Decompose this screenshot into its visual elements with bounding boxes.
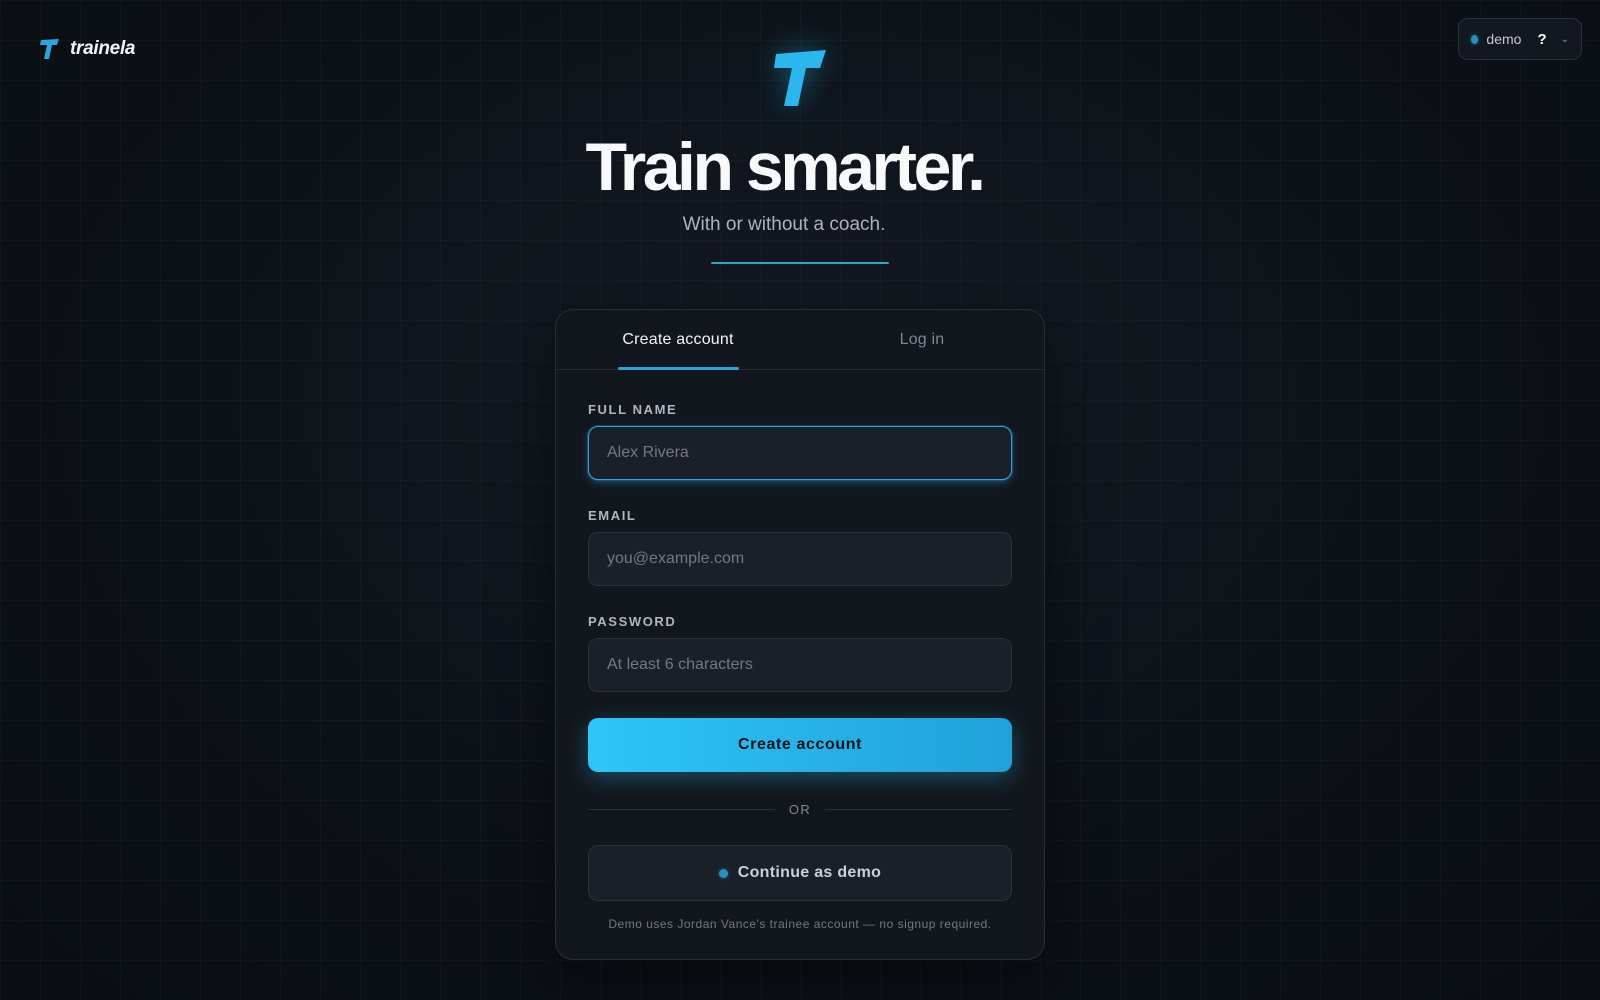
status-dot-icon [718,868,728,878]
brand-name: trainela [70,38,136,59]
help-icon[interactable]: ? [1537,31,1546,48]
chevron-down-icon: ⌄ [1560,33,1569,45]
page-title: Train smarter. [585,129,986,205]
auth-tabs: Create account Log in [556,310,1044,370]
divider-line [588,809,775,810]
auth-card: Create account Log in FULL NAME EMAIL PA… [555,309,1045,960]
full-name-label: FULL NAME [588,402,678,417]
active-tab-indicator [617,367,739,370]
continue-as-demo-button[interactable]: Continue as demo [588,845,1012,901]
or-divider: OR [588,802,1012,817]
password-label: PASSWORD [588,614,677,629]
tab-create-account[interactable]: Create account [556,310,800,370]
email-input[interactable] [588,532,1012,586]
create-account-button[interactable]: Create account [588,718,1012,772]
email-label: EMAIL [588,508,637,523]
title-accent-rule [711,262,889,264]
tab-log-in[interactable]: Log in [800,310,1044,369]
account-mode-menu[interactable]: demo ? ⌄ [1458,18,1582,60]
hero-logo-icon [772,48,828,113]
full-name-input[interactable] [588,426,1012,480]
signup-form: FULL NAME EMAIL PASSWORD Create account … [556,370,1044,931]
tab-label: Create account [622,330,734,348]
demo-note: Demo uses Jordan Vance's trainee account… [608,917,992,931]
divider-line [825,809,1012,810]
trainela-logo-icon [38,38,60,60]
status-dot-icon [1471,34,1479,44]
password-input[interactable] [588,638,1012,692]
demo-button-label: Continue as demo [737,864,882,881]
page-subtitle: With or without a coach. [682,214,886,235]
mode-label: demo [1486,31,1522,47]
tab-label: Log in [899,330,945,348]
divider-label: OR [788,802,812,817]
brand[interactable]: trainela [38,38,135,60]
